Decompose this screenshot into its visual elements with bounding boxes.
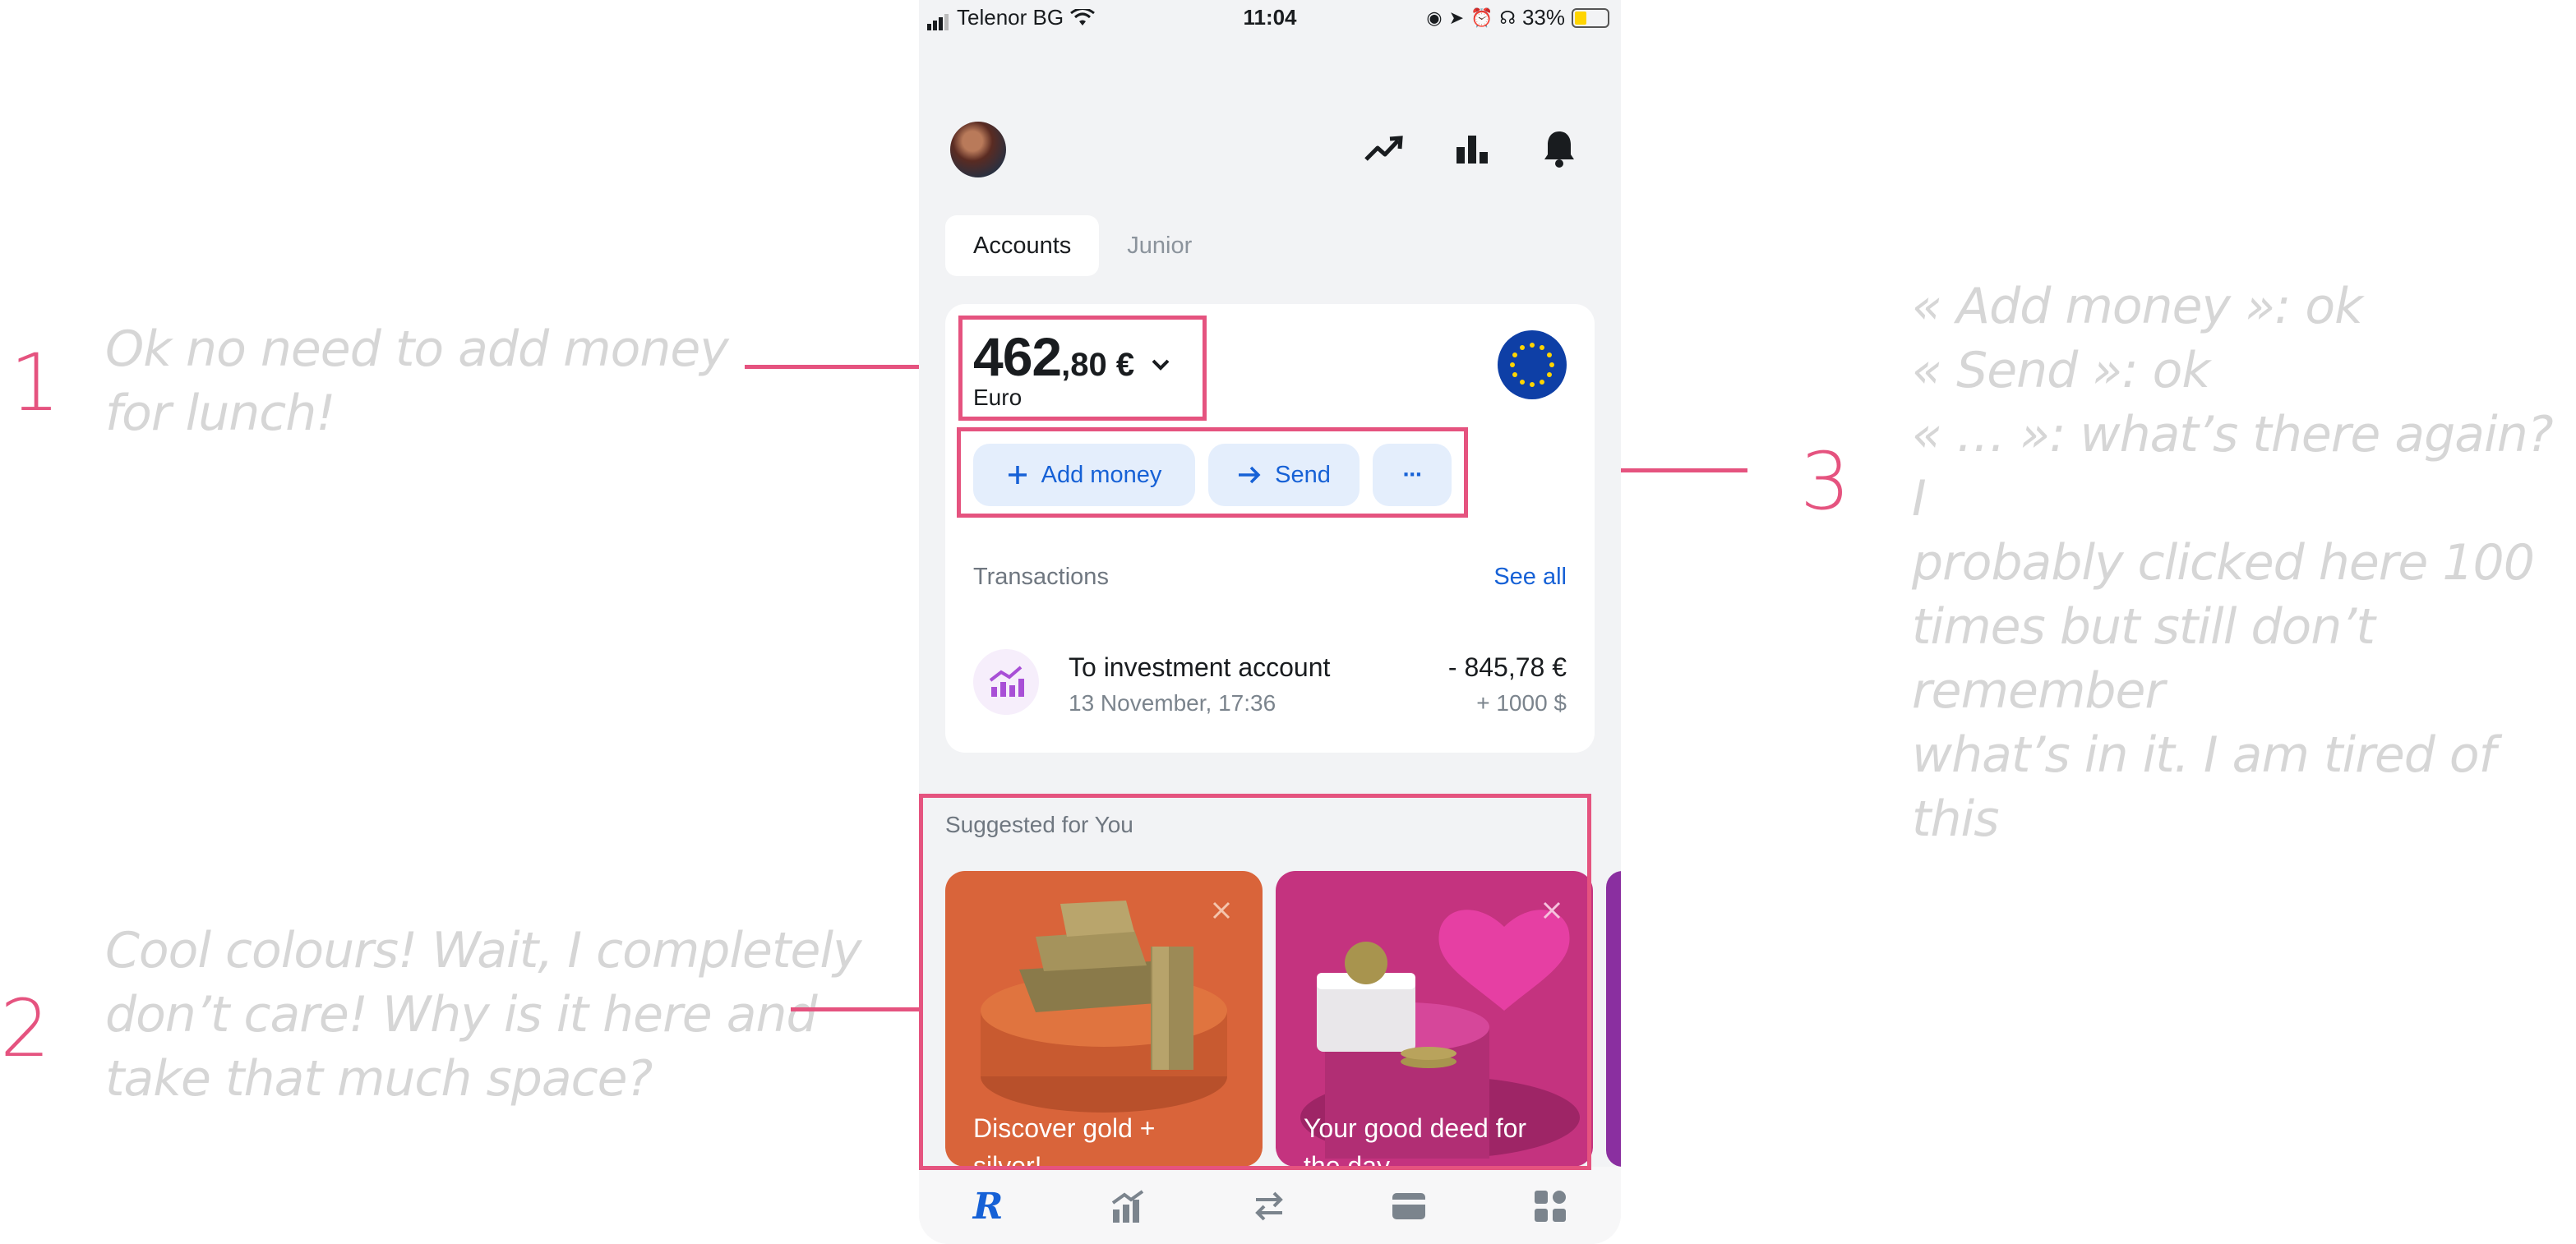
transactions-header: Transactions xyxy=(973,564,1109,590)
tab-junior[interactable]: Junior xyxy=(1099,215,1220,276)
nav-hub-grid-icon[interactable] xyxy=(1530,1186,1570,1226)
annotation-note-2: Cool colours! Wait, I completely don’t c… xyxy=(105,922,862,1108)
eu-flag-icon[interactable] xyxy=(1498,330,1567,399)
nav-cards-icon[interactable] xyxy=(1389,1186,1429,1226)
tab-accounts[interactable]: Accounts xyxy=(945,215,1100,276)
annotation-number-3: 3 xyxy=(1800,435,1851,528)
highlight-box-actions xyxy=(957,427,1468,518)
trending-icon[interactable] xyxy=(1360,125,1407,173)
nav-home-revolut-icon[interactable]: R xyxy=(968,1186,1008,1228)
promo-card-partial[interactable] xyxy=(1606,871,1621,1167)
annotation-number-1: 1 xyxy=(10,337,61,429)
transaction-title: To investment account xyxy=(1069,652,1331,682)
bottom-nav: R xyxy=(919,1167,1621,1244)
location-icon: ➤ xyxy=(1448,7,1464,28)
notifications-bell-icon[interactable] xyxy=(1535,125,1583,173)
status-right: ◉ ➤ ⏰ ☊ 33% xyxy=(1426,5,1609,30)
avatar[interactable] xyxy=(950,122,1006,177)
highlight-box-suggested xyxy=(919,794,1591,1170)
battery-percent: 33% xyxy=(1521,5,1565,30)
nav-invest-icon[interactable] xyxy=(1108,1186,1147,1226)
transaction-amount: - 845,78 € xyxy=(1447,652,1567,682)
orientation-lock-icon: ◉ xyxy=(1426,7,1443,28)
account-tabs: Accounts Junior xyxy=(945,215,1220,276)
transaction-secondary-amount: + 1000 $ xyxy=(1476,690,1567,716)
analytics-icon[interactable] xyxy=(1448,125,1496,173)
nav-transfers-icon[interactable] xyxy=(1249,1186,1289,1226)
headphones-icon: ☊ xyxy=(1499,7,1516,28)
battery-icon xyxy=(1572,7,1609,28)
see-all-link[interactable]: See all xyxy=(1493,564,1567,591)
investment-chart-icon xyxy=(973,649,1039,715)
annotation-connector-2 xyxy=(791,1007,921,1011)
annotation-note-3: « Add money »: ok « Send »: ok « … »: wh… xyxy=(1912,278,2554,848)
annotation-note-1: Ok no need to add money for lunch! xyxy=(105,320,729,442)
highlight-box-balance xyxy=(958,316,1207,421)
alarm-icon: ⏰ xyxy=(1470,7,1493,28)
transaction-date: 13 November, 17:36 xyxy=(1069,690,1276,716)
status-bar: Telenor BG 11:04 ◉ ➤ ⏰ ☊ 33% xyxy=(919,0,1621,36)
annotation-number-2: 2 xyxy=(0,983,51,1075)
